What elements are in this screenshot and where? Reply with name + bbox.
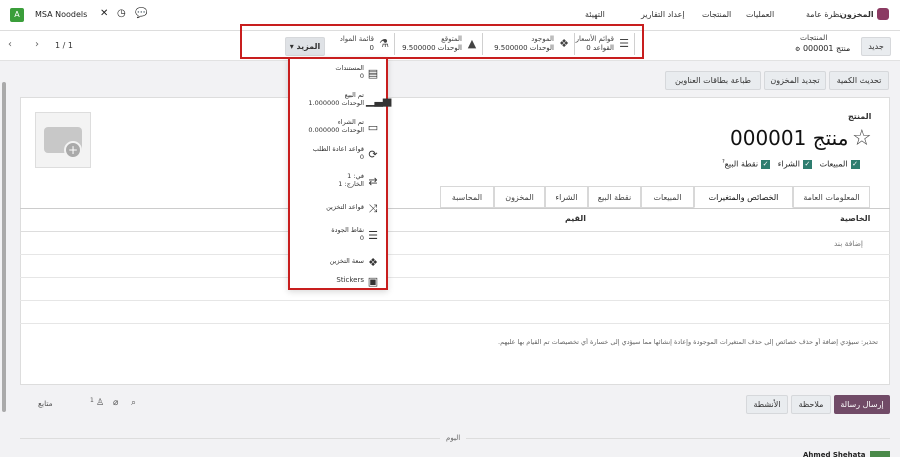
print-labels-button[interactable]: طباعة بطاقات العناوين: [665, 71, 761, 90]
breadcrumb-current: ⚙ منتج 000001: [795, 44, 851, 53]
user-avatar[interactable]: A: [10, 8, 24, 22]
new-button[interactable]: جديد: [861, 37, 891, 56]
more-dropdown-menu: ▤ المستندات 0 ▁▃▅ تم البيع 1.000000 الوح…: [288, 57, 392, 290]
divider: [20, 231, 890, 232]
table-row: [20, 300, 890, 301]
menu-item-documents[interactable]: ▤ المستندات 0: [290, 61, 386, 87]
menu-products[interactable]: المنتجات: [702, 10, 731, 19]
document-icon: ▤: [367, 67, 379, 80]
tools-icon[interactable]: ✕: [100, 8, 108, 19]
credit-card-icon: ▭: [367, 121, 379, 134]
breadcrumb-parent[interactable]: المنتجات: [800, 33, 827, 42]
inventory-app-icon: [877, 8, 889, 20]
bar-chart-icon: ▁▃▅: [366, 94, 392, 107]
menu-operations[interactable]: العمليات: [746, 10, 774, 19]
checkbox-purchase[interactable]: ✓: [802, 159, 812, 169]
follow-button[interactable]: متابع: [38, 399, 53, 408]
breadcrumb-current-label: منتج 000001: [802, 44, 851, 53]
list-icon: ☰: [368, 229, 378, 242]
add-line-link[interactable]: إضافة بند: [834, 239, 863, 248]
activities-button[interactable]: الأنشطة: [746, 395, 788, 414]
author-avatar: [870, 451, 890, 457]
tab-inventory[interactable]: المخزون: [494, 186, 545, 208]
menu-reporting[interactable]: إعداد التقارير: [641, 10, 685, 19]
tab-accounting[interactable]: المحاسبة: [440, 186, 494, 208]
col-attribute-header: الخاصية: [840, 214, 871, 223]
star-icon[interactable]: ☆: [852, 126, 872, 151]
refresh-icon: ⟳: [368, 148, 378, 161]
log-note-button[interactable]: ملاحظة: [791, 395, 831, 414]
product-name[interactable]: منتج 000001: [730, 126, 848, 150]
chart-area-icon: ▲: [467, 37, 477, 50]
product-image-placeholder[interactable]: +: [35, 112, 91, 168]
stat-pricelists[interactable]: ☰ قوائم الأسعار 0 القواعد: [575, 33, 635, 55]
company-switcher[interactable]: MSA Noodels: [35, 10, 87, 19]
update-quantity-button[interactable]: تحديث الكمية: [829, 71, 889, 90]
menu-item-quality-points[interactable]: ☰ نقاط الجودة 0: [290, 223, 386, 249]
tab-attributes-variants[interactable]: الخصائص والمتغيرات: [694, 186, 793, 208]
table-row: [20, 254, 890, 255]
scrollbar[interactable]: [2, 82, 6, 412]
search-icon[interactable]: ⌕: [131, 398, 136, 408]
checkbox-pos[interactable]: ✓: [761, 159, 771, 169]
random-icon: ⤨: [368, 202, 378, 215]
tab-pos[interactable]: نقطة البيع: [588, 186, 641, 208]
plus-icon: +: [64, 141, 82, 159]
stat-bom[interactable]: ⚗ قائمة المواد 0: [330, 33, 395, 55]
menu-item-purchased[interactable]: ▭ تم الشراء 0.000000 الوحدات: [290, 115, 386, 141]
message-author[interactable]: Ahmed Shehata: [803, 451, 865, 459]
cubes-icon: ❖: [559, 37, 569, 50]
stat-forecasted[interactable]: ▲ المتوقع 9.500000 الوحدات: [395, 33, 483, 55]
list-icon: ☰: [619, 37, 629, 50]
divider: [20, 208, 890, 209]
today-label: اليوم: [440, 434, 467, 442]
menu-item-stickers[interactable]: ▣ Stickers: [290, 269, 386, 295]
tab-purchase[interactable]: الشراء: [545, 186, 588, 208]
chevron-right-icon[interactable]: ›: [35, 39, 39, 50]
table-row: [20, 323, 890, 324]
paperclip-icon[interactable]: ⌀: [113, 398, 118, 408]
cubes-icon: ❖: [368, 256, 378, 269]
tab-sales[interactable]: المبيعات: [641, 186, 694, 208]
followers-count: 1: [90, 397, 94, 404]
app-name[interactable]: المخزون: [840, 10, 874, 19]
variants-warning: تحذير: سيؤدي إضافة أو حذف خصائص إلى حذف …: [498, 338, 878, 346]
menu-configuration[interactable]: التهيئة: [585, 10, 605, 19]
more-dropdown-button[interactable]: ▾ المزيد: [285, 37, 325, 56]
image-icon: ▣: [367, 275, 379, 288]
menu-item-reorder-rules[interactable]: ⟳ قواعد اعادة الطلب 0: [290, 142, 386, 168]
menu-overview[interactable]: نظرة عامة: [806, 10, 842, 19]
pager[interactable]: 1 / 1: [55, 41, 73, 50]
user-icon[interactable]: ♙: [96, 398, 104, 408]
tab-general-info[interactable]: المعلومات العامة: [793, 186, 870, 208]
menu-item-sold[interactable]: ▁▃▅ تم البيع 1.000000 الوحدات: [290, 88, 392, 114]
checkbox-row: ✓المبيعات ✓الشراء ✓نقطة البيع?: [722, 159, 860, 169]
menu-item-in-out[interactable]: ⇄ في: 1 الخارج: 1: [290, 169, 386, 195]
col-values-header: القيم: [565, 214, 587, 223]
checkbox-sales[interactable]: ✓: [850, 159, 860, 169]
chevron-left-icon[interactable]: ‹: [8, 39, 12, 50]
flask-icon: ⚗: [379, 37, 389, 50]
stat-on-hand[interactable]: ❖ الموجود 9.500000 الوحدات: [483, 33, 575, 55]
menu-item-putaway-rules[interactable]: ⤨ قواعد التخزين: [290, 196, 386, 222]
exchange-icon: ⇄: [368, 175, 378, 188]
table-row: [20, 277, 890, 278]
replenish-button[interactable]: تجديد المخزون: [764, 71, 826, 90]
send-message-button[interactable]: إرسال رسالة: [834, 395, 890, 414]
chat-icon[interactable]: 💬: [135, 8, 147, 19]
clock-icon[interactable]: ◷: [117, 8, 126, 19]
product-label: المنتج: [848, 112, 872, 121]
